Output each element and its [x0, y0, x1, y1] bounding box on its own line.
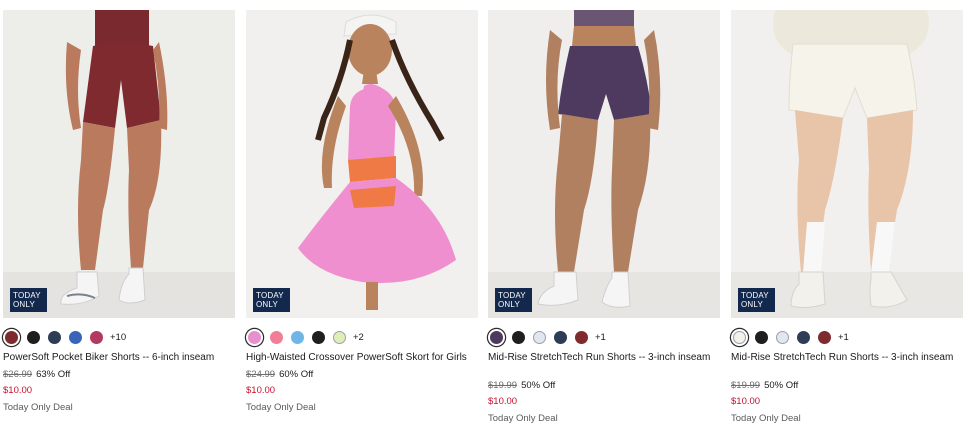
original-price: $19.99: [731, 380, 761, 391]
today-only-badge: TODAY ONLY: [10, 288, 47, 312]
more-colors-link[interactable]: +1: [595, 332, 606, 343]
color-swatch[interactable]: [490, 330, 503, 344]
discount-label: 63% Off: [36, 369, 71, 380]
today-only-badge: TODAY ONLY: [738, 288, 775, 312]
color-swatch[interactable]: [291, 330, 304, 344]
color-swatch[interactable]: [69, 330, 82, 344]
original-price: $19.99: [488, 380, 518, 391]
color-swatch[interactable]: [575, 330, 588, 344]
discount-label: 50% Off: [521, 380, 556, 391]
color-swatch[interactable]: [90, 330, 103, 344]
color-swatch[interactable]: [533, 330, 546, 344]
color-swatches: +2: [246, 328, 364, 346]
price-row: $26.99 63% Off: [3, 369, 70, 381]
color-swatch[interactable]: [797, 330, 810, 344]
original-price: $26.99: [3, 369, 33, 380]
product-image[interactable]: TODAY ONLY: [731, 10, 963, 318]
color-swatch[interactable]: [5, 330, 18, 344]
product-photo-run-shorts-purple-icon: [488, 10, 720, 318]
discount-label: 50% Off: [764, 380, 799, 391]
color-swatch[interactable]: [27, 330, 40, 344]
discount-label: 60% Off: [279, 369, 314, 380]
color-swatch[interactable]: [333, 330, 346, 344]
product-photo-skort-icon: [246, 10, 478, 318]
color-swatches: +1: [488, 328, 606, 346]
product-title-link[interactable]: Mid-Rise StretchTech Run Shorts -- 3-inc…: [488, 352, 720, 364]
deal-label: Today Only Deal: [246, 402, 316, 413]
product-card[interactable]: TODAY ONLY +2 High-Waisted Crossover Pow…: [246, 10, 478, 413]
product-grid: TODAY ONLY +10 PowerSoft Pocket Biker Sh…: [0, 0, 964, 428]
color-swatch[interactable]: [554, 330, 567, 344]
product-card[interactable]: TODAY ONLY +1 Mid-Rise StretchTech Run S…: [488, 10, 720, 424]
today-only-badge: TODAY ONLY: [253, 288, 290, 312]
color-swatch[interactable]: [755, 330, 768, 344]
product-title-link[interactable]: PowerSoft Pocket Biker Shorts -- 6-inch …: [3, 352, 235, 364]
more-colors-link[interactable]: +1: [838, 332, 849, 343]
more-colors-link[interactable]: +2: [353, 332, 364, 343]
sale-price: $10.00: [731, 396, 761, 407]
product-photo-run-shorts-white-icon: [731, 10, 963, 318]
deal-label: Today Only Deal: [731, 413, 801, 424]
color-swatch[interactable]: [312, 330, 325, 344]
more-colors-link[interactable]: +10: [110, 332, 126, 343]
today-only-badge: TODAY ONLY: [495, 288, 532, 312]
price-row: $19.99 50% Off: [488, 380, 555, 392]
color-swatch[interactable]: [48, 330, 61, 344]
color-swatches: +1: [731, 328, 849, 346]
product-card[interactable]: TODAY ONLY +1 Mid-Rise StretchTech Run S…: [731, 10, 963, 424]
price-row: $24.99 60% Off: [246, 369, 313, 381]
color-swatch[interactable]: [512, 330, 525, 344]
product-card[interactable]: TODAY ONLY +10 PowerSoft Pocket Biker Sh…: [3, 10, 235, 413]
color-swatch[interactable]: [270, 330, 283, 344]
product-title-link[interactable]: Mid-Rise StretchTech Run Shorts -- 3-inc…: [731, 352, 963, 364]
original-price: $24.99: [246, 369, 276, 380]
product-photo-biker-shorts-icon: [3, 10, 235, 318]
deal-label: Today Only Deal: [3, 402, 73, 413]
color-swatch[interactable]: [733, 330, 746, 344]
color-swatch[interactable]: [818, 330, 831, 344]
sale-price: $10.00: [3, 385, 33, 396]
sale-price: $10.00: [246, 385, 276, 396]
product-image[interactable]: TODAY ONLY: [3, 10, 235, 318]
color-swatch[interactable]: [776, 330, 789, 344]
sale-price: $10.00: [488, 396, 518, 407]
product-title-link[interactable]: High-Waisted Crossover PowerSoft Skort f…: [246, 352, 478, 364]
color-swatch[interactable]: [248, 330, 261, 344]
price-row: $19.99 50% Off: [731, 380, 798, 392]
color-swatches: +10: [3, 328, 126, 346]
product-image[interactable]: TODAY ONLY: [246, 10, 478, 318]
deal-label: Today Only Deal: [488, 413, 558, 424]
product-image[interactable]: TODAY ONLY: [488, 10, 720, 318]
